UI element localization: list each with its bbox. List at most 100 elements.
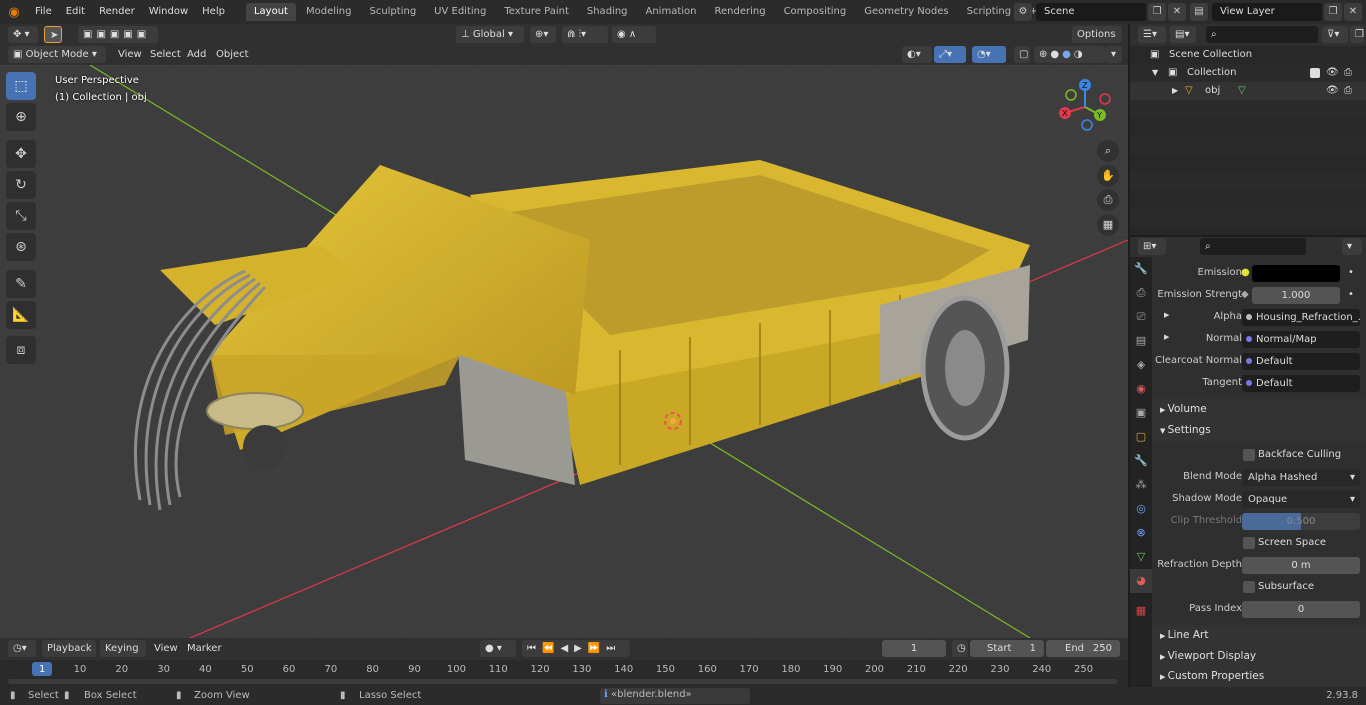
world-properties-icon[interactable]: ◉ [1130, 377, 1152, 401]
start-frame-field[interactable]: Start 1 [970, 640, 1044, 657]
timeline-ruler[interactable]: 1 10 20 30 40 50 60 70 80 90 100 110 120 130 140 150 160… [0, 660, 1128, 687]
scene-properties-icon[interactable]: ◈ [1130, 353, 1152, 377]
tab-shading[interactable]: Shading [579, 3, 636, 21]
modifier-properties-icon[interactable]: 🔧 [1130, 449, 1152, 473]
new-view-layer-icon[interactable]: ❐ [1324, 3, 1342, 21]
material-properties-icon[interactable]: ◕ [1130, 569, 1152, 593]
outliner-scene-collection[interactable]: ▣ Scene Collection [1130, 46, 1366, 64]
options-dropdown[interactable]: Options ▾ [1072, 26, 1122, 57]
line-art-panel-header[interactable]: ▶ Line Art [1152, 625, 1366, 646]
perspective-toggle-icon[interactable]: ▦ [1097, 214, 1119, 236]
3d-viewport[interactable]: User Perspective (1) Collection | obj X … [0, 65, 1128, 638]
xray-toggle-icon[interactable]: ▢ [1014, 46, 1030, 63]
properties-options-icon[interactable]: ▾ [1342, 238, 1362, 255]
data-properties-icon[interactable]: ▽ [1130, 545, 1152, 569]
new-collection-icon[interactable]: ❐ [1350, 26, 1364, 43]
tab-layout[interactable]: Layout [245, 3, 296, 21]
marker-menu[interactable]: Marker [187, 640, 222, 657]
physics-properties-icon[interactable]: ◎ [1130, 497, 1152, 521]
particles-properties-icon[interactable]: ⁂ [1130, 473, 1152, 497]
keyframe-dot-icon[interactable]: • [1348, 289, 1354, 300]
gizmo-z-label[interactable]: Z [1082, 81, 1088, 90]
blender-logo-icon[interactable]: ◉ [0, 5, 28, 20]
mesh-data-icon[interactable]: ▽ [1238, 82, 1246, 100]
zoom-icon[interactable]: ⌕ [1097, 140, 1119, 162]
overlay-toggle-icon[interactable]: ◔▾ [972, 46, 1006, 63]
pass-index-field[interactable]: 0 [1242, 601, 1360, 618]
refraction-depth-field[interactable]: 0 m [1242, 557, 1360, 574]
constraints-properties-icon[interactable]: ⊗ [1130, 521, 1152, 545]
delete-scene-icon[interactable]: ✕ [1168, 3, 1186, 21]
tab-scripting[interactable]: Scripting [959, 3, 1019, 21]
shading-options-icon[interactable]: ▾ [1106, 46, 1122, 63]
camera-render-icon[interactable]: ⎙ [1344, 64, 1352, 82]
clip-threshold-slider[interactable]: 0.500 [1242, 513, 1360, 530]
shadow-mode-dropdown[interactable]: Opaque ▾ [1242, 491, 1360, 508]
scene-selector-icon[interactable]: ⚙ [1014, 3, 1032, 21]
tab-geometry-nodes[interactable]: Geometry Nodes [856, 3, 956, 21]
gizmo-toggle-icon[interactable]: ⤢▾ [934, 46, 966, 63]
menu-add[interactable]: Add [187, 46, 206, 63]
timeline-editor-icon[interactable]: ◷▾ [8, 640, 36, 657]
collection-properties-icon[interactable]: ▣ [1130, 401, 1152, 425]
measure-tool-icon[interactable]: 📐 [6, 301, 36, 329]
expand-normal-icon[interactable]: ▶ [1164, 333, 1169, 341]
view-layer-properties-icon[interactable]: ▤ [1130, 329, 1152, 353]
outliner-editor-icon[interactable]: ☰▾ [1138, 26, 1166, 43]
menu-object[interactable]: Object [216, 46, 249, 63]
end-frame-field[interactable]: End 250 [1046, 640, 1120, 657]
filter-icon[interactable]: ⊽▾ [1322, 26, 1348, 43]
object-properties-icon[interactable]: ▢ [1130, 425, 1152, 449]
output-properties-icon[interactable]: ⎚ [1130, 305, 1152, 329]
keyframe-dot-icon[interactable]: • [1348, 267, 1354, 278]
scale-tool-icon[interactable]: ⤡ [6, 202, 36, 230]
auto-keying-icon[interactable]: ● ▾ [480, 640, 516, 657]
screen-space-refraction-checkbox[interactable] [1243, 537, 1255, 549]
value-socket-icon[interactable]: ◆ [1241, 289, 1249, 300]
custom-properties-panel-header[interactable]: ▶ Custom Properties [1152, 666, 1366, 687]
pivot-point-icon[interactable]: ⊕▾ [530, 26, 556, 43]
outliner-collection[interactable]: ▼ ▣ Collection 👁 ⎙ [1130, 64, 1366, 82]
transform-orientation-dropdown[interactable]: ⊥ Global ▾ [456, 26, 524, 43]
expand-alpha-icon[interactable]: ▶ [1164, 311, 1169, 319]
gizmo-y-label[interactable]: Y [1096, 111, 1102, 120]
normal-input-field[interactable]: Normal/Map [1242, 331, 1360, 348]
emission-color-swatch[interactable] [1252, 265, 1340, 282]
alpha-input-field[interactable]: Housing_Refraction_... [1242, 309, 1360, 326]
timeline-scrollbar[interactable] [8, 679, 1118, 684]
annotate-tool-icon[interactable]: ✎ [6, 270, 36, 298]
current-frame-field[interactable]: 1 [882, 640, 946, 657]
blend-mode-dropdown[interactable]: Alpha Hashed ▾ [1242, 469, 1360, 486]
exclude-checkbox[interactable] [1310, 68, 1320, 78]
cursor-tool-icon[interactable]: ⊕ [6, 103, 36, 131]
render-properties-icon[interactable]: ⎙ [1130, 281, 1152, 305]
tab-modeling[interactable]: Modeling [298, 3, 360, 21]
tab-rendering[interactable]: Rendering [706, 3, 773, 21]
gizmo-x-label[interactable]: X [1062, 109, 1068, 118]
move-tool-icon[interactable]: ✥ [6, 140, 36, 168]
emission-strength-field[interactable]: 1.000 [1252, 287, 1340, 304]
shading-mode-icons[interactable]: ⊕●●◑ [1034, 46, 1106, 63]
menu-render[interactable]: Render [92, 2, 142, 22]
tab-sculpting[interactable]: Sculpting [361, 3, 424, 21]
snap-toggle-icon[interactable]: ⋒ ⫶▾ [562, 26, 608, 43]
camera-view-icon[interactable]: ⎙ [1097, 189, 1119, 211]
object-mode-dropdown[interactable]: ▣ Object Mode ▾ [8, 46, 106, 63]
tab-animation[interactable]: Animation [638, 3, 705, 21]
tab-compositing[interactable]: Compositing [776, 3, 855, 21]
camera-render-icon[interactable]: ⎙ [1344, 82, 1352, 100]
editor-type-icon[interactable]: ✥ ▾ [8, 26, 38, 43]
tangent-field[interactable]: Default [1242, 375, 1360, 392]
new-scene-icon[interactable]: ❐ [1148, 3, 1166, 21]
view-layer-icon[interactable]: ▤ [1190, 3, 1208, 21]
viewport-display-panel-header[interactable]: ▶ Viewport Display [1152, 646, 1366, 667]
texture-properties-icon[interactable]: ▦ [1130, 599, 1152, 623]
eye-icon[interactable]: 👁 [1326, 82, 1339, 100]
scene-name-field[interactable]: Scene [1036, 3, 1146, 21]
visibility-icon[interactable]: ◐▾ [902, 46, 932, 63]
volume-panel-header[interactable]: ▶ Volume [1152, 399, 1366, 420]
menu-view[interactable]: View [118, 46, 142, 63]
pan-hand-icon[interactable]: ✋ [1097, 165, 1119, 187]
delete-view-layer-icon[interactable]: ✕ [1344, 3, 1362, 21]
view-layer-field[interactable]: View Layer [1212, 3, 1322, 21]
